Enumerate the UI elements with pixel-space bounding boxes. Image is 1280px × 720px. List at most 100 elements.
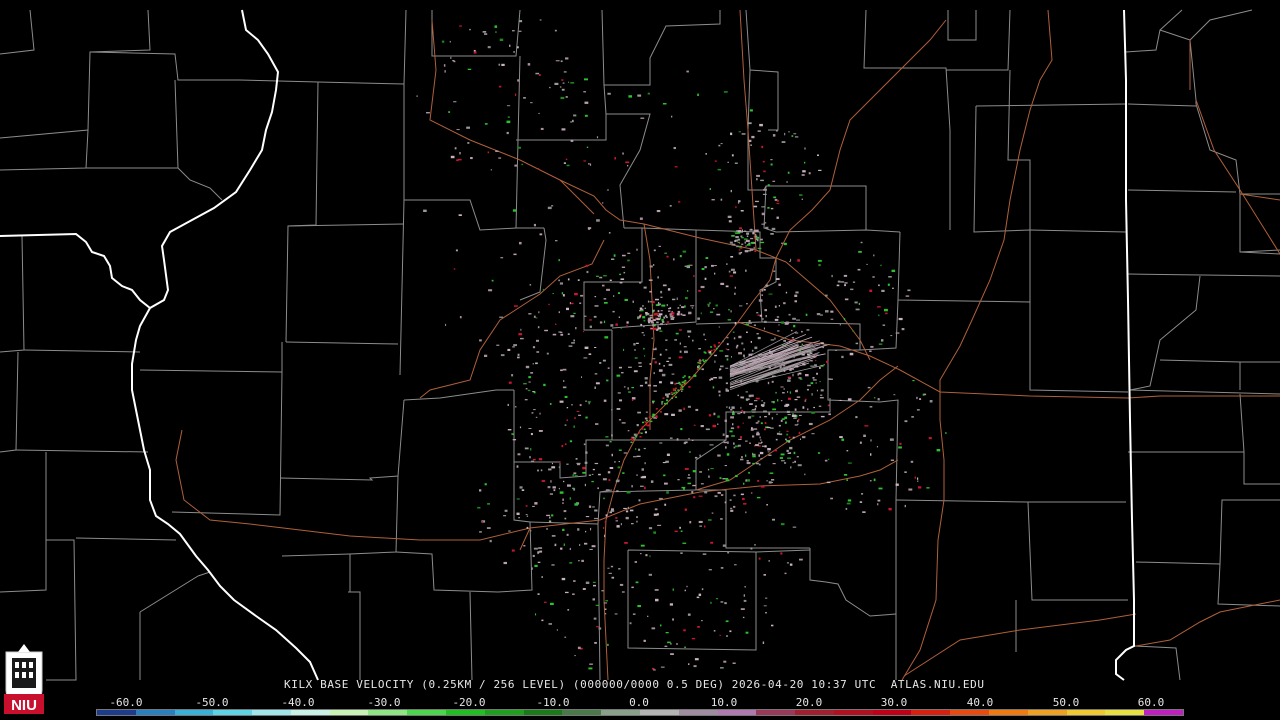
velocity-pixel (633, 343, 636, 346)
velocity-pixel (443, 64, 446, 67)
velocity-pixel (658, 497, 663, 500)
velocity-pixel (577, 646, 581, 650)
velocity-pixel (904, 471, 907, 473)
velocity-pixel (801, 330, 803, 333)
velocity-pixel (684, 646, 686, 648)
velocity-pixel (668, 393, 671, 395)
velocity-pixel (731, 235, 735, 237)
velocity-pixel (814, 364, 817, 367)
velocity-pixel (612, 310, 615, 313)
velocity-pixel (555, 60, 560, 62)
velocity-pixel (726, 453, 730, 456)
velocity-pixel (644, 431, 647, 434)
velocity-pixel (679, 329, 682, 331)
velocity-pixel (756, 238, 759, 242)
velocity-pixel (467, 68, 472, 70)
velocity-pixel (719, 350, 724, 352)
velocity-pixel (682, 250, 687, 253)
velocity-pixel (780, 386, 784, 388)
velocity-pixel (533, 409, 536, 411)
velocity-pixel (829, 378, 833, 380)
velocity-pixel (684, 589, 686, 592)
velocity-pixel (657, 325, 659, 328)
velocity-pixel (494, 25, 498, 28)
velocity-pixel (584, 346, 589, 349)
velocity-pixel (643, 639, 646, 642)
velocity-pixel (573, 114, 577, 117)
velocity-pixel (602, 202, 604, 204)
velocity-pixel (534, 564, 538, 567)
velocity-pixel (761, 405, 765, 407)
velocity-pixel (688, 438, 690, 440)
velocity-pixel (671, 314, 675, 316)
radar-map (0, 9, 1280, 681)
velocity-pixel (709, 444, 714, 446)
velocity-pixel (698, 348, 701, 350)
velocity-pixel (741, 133, 746, 135)
velocity-pixel (733, 505, 736, 508)
velocity-pixel (786, 449, 789, 452)
velocity-pixel (653, 669, 656, 671)
velocity-pixel (839, 436, 843, 439)
velocity-pixel (599, 321, 603, 324)
velocity-pixel (592, 598, 595, 601)
velocity-pixel (679, 255, 682, 258)
velocity-pixel (585, 581, 590, 584)
velocity-pixel (639, 436, 642, 438)
velocity-pixel (815, 359, 817, 362)
scale-swatch (97, 710, 136, 715)
velocity-pixel (877, 306, 881, 308)
velocity-pixel (595, 382, 600, 385)
velocity-pixel (756, 333, 759, 335)
velocity-pixel (615, 520, 618, 522)
velocity-pixel (491, 279, 494, 282)
velocity-pixel (486, 527, 491, 529)
velocity-pixel (745, 511, 747, 514)
velocity-pixel (584, 114, 588, 117)
velocity-pixel (674, 383, 677, 385)
velocity-pixel (680, 552, 683, 554)
velocity-pixel (609, 467, 614, 469)
velocity-pixel (676, 297, 678, 300)
velocity-pixel (593, 584, 596, 587)
velocity-pixel (645, 424, 648, 426)
velocity-pixel (671, 373, 675, 375)
velocity-pixel (551, 514, 554, 517)
velocity-pixel (589, 163, 592, 166)
velocity-pixel (643, 334, 645, 336)
velocity-pixel (717, 168, 722, 171)
velocity-pixel (584, 461, 588, 464)
velocity-pixel (873, 478, 876, 482)
velocity-pixel (713, 630, 716, 632)
velocity-pixel (524, 399, 528, 401)
velocity-pixel (779, 431, 781, 433)
velocity-pixel (649, 301, 653, 303)
velocity-pixel (766, 480, 768, 482)
velocity-pixel (638, 362, 642, 364)
velocity-pixel (537, 552, 539, 555)
velocity-pixel (936, 449, 941, 452)
velocity-pixel (763, 605, 767, 607)
velocity-pixel (741, 342, 744, 345)
velocity-pixel (678, 201, 681, 203)
velocity-pixel (453, 268, 456, 270)
velocity-pixel (646, 419, 648, 422)
velocity-pixel (763, 189, 767, 191)
velocity-pixel (535, 362, 538, 365)
velocity-pixel (908, 488, 913, 491)
velocity-pixel (773, 196, 777, 199)
velocity-pixel (705, 359, 707, 362)
velocity-pixel (713, 377, 717, 379)
velocity-pixel (684, 381, 687, 383)
velocity-pixel (661, 319, 664, 322)
velocity-pixel (584, 483, 586, 487)
velocity-pixel (878, 487, 883, 490)
velocity-pixel (755, 444, 759, 447)
velocity-pixel (441, 40, 445, 43)
velocity-pixel (720, 143, 723, 145)
velocity-pixel (797, 373, 799, 376)
velocity-pixel (758, 299, 763, 302)
velocity-pixel (631, 485, 633, 488)
velocity-pixel (536, 351, 540, 353)
velocity-pixel (643, 447, 646, 450)
